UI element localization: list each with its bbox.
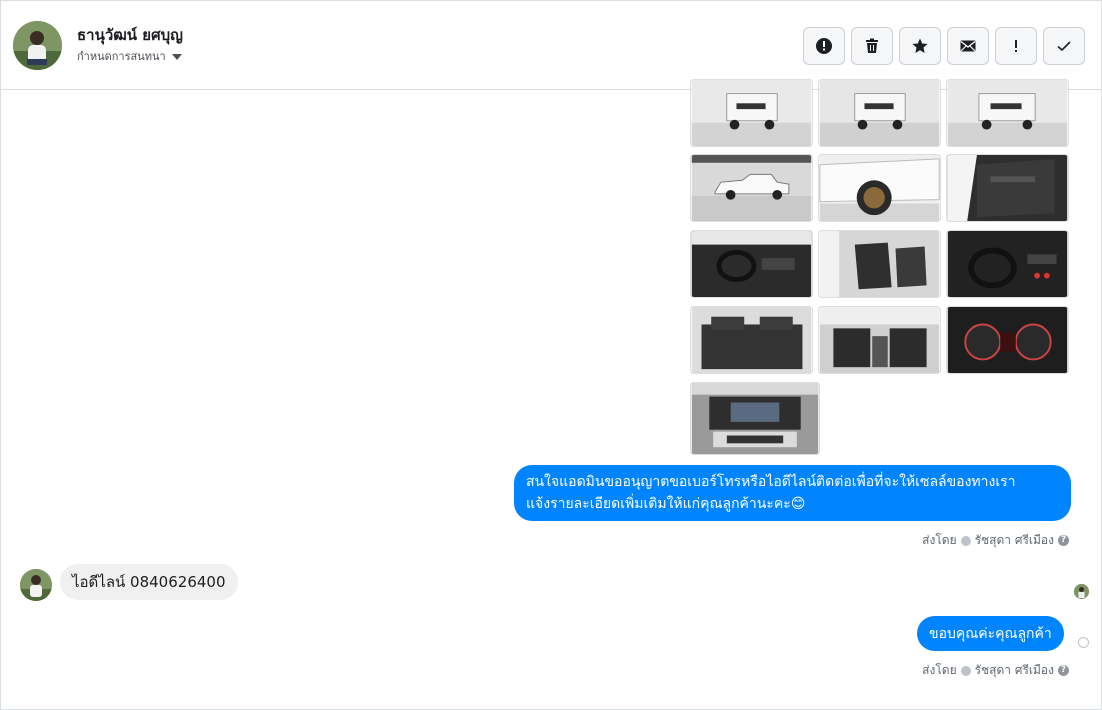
photo-thumbnail[interactable] xyxy=(690,154,813,222)
sent-by-info: ส่งโดย รัชสุดา ศรีเมือง ? xyxy=(922,531,1069,550)
assign-conversation-dropdown[interactable]: กำหนดการสนทนา xyxy=(77,47,182,65)
contact-avatar[interactable] xyxy=(13,21,62,70)
contact-avatar-small[interactable] xyxy=(20,569,52,601)
incoming-message-bubble[interactable]: ไอดีไลน์ 0840626400 xyxy=(60,564,238,600)
sender-name[interactable]: รัชสุดา ศรีเมือง xyxy=(975,661,1054,680)
assign-label: กำหนดการสนทนา xyxy=(77,50,166,63)
delete-button[interactable] xyxy=(851,27,893,65)
photo-thumbnail[interactable] xyxy=(818,79,941,147)
message-text-line: แจ้งรายละเอียดเพิ่มเติมให้แก่คุณลูกค้านะ… xyxy=(526,496,806,512)
photo-thumbnail[interactable] xyxy=(818,306,941,374)
message-text-line: สนใจแอดมินขออนุญาตขอเบอร์โทรหรือไอดีไลน์… xyxy=(526,474,1016,490)
sent-by-prefix: ส่งโดย xyxy=(922,533,957,547)
photo-thumbnail[interactable] xyxy=(946,306,1069,374)
mark-done-button[interactable] xyxy=(1043,27,1085,65)
agent-avatar-icon xyxy=(960,535,971,546)
sent-by-prefix: ส่งโดย xyxy=(922,663,957,677)
alert-circle-icon xyxy=(816,38,832,54)
agent-avatar-icon xyxy=(960,665,971,676)
message-text: ขอบคุณค่ะคุณลูกค้า xyxy=(929,626,1052,642)
follow-up-button[interactable] xyxy=(995,27,1037,65)
photo-thumbnail[interactable] xyxy=(690,230,813,298)
photo-thumbnail[interactable] xyxy=(946,230,1069,298)
star-button[interactable] xyxy=(899,27,941,65)
mark-unread-button[interactable] xyxy=(947,27,989,65)
photo-thumbnail[interactable] xyxy=(690,382,820,455)
star-icon xyxy=(912,38,928,53)
photo-thumbnail[interactable] xyxy=(690,79,813,147)
photo-thumbnail[interactable] xyxy=(946,79,1069,147)
photo-thumbnail[interactable] xyxy=(818,230,941,298)
caret-down-icon xyxy=(171,53,182,60)
outgoing-message-bubble[interactable]: สนใจแอดมินขออนุญาตขอเบอร์โทรหรือไอดีไลน์… xyxy=(514,465,1071,521)
contact-name[interactable]: ธานุวัฒน์ ยศบุญ xyxy=(77,23,183,47)
sent-by-info: ส่งโดย รัชสุดา ศรีเมือง ? xyxy=(922,661,1069,680)
delivered-check-icon xyxy=(1078,637,1089,648)
conversation-actions xyxy=(803,27,1085,65)
sender-name[interactable]: รัชสุดา ศรีเมือง xyxy=(975,531,1054,550)
envelope-icon xyxy=(960,40,976,52)
message-text: ไอดีไลน์ 0840626400 xyxy=(72,573,226,591)
report-spam-button[interactable] xyxy=(803,27,845,65)
photo-thumbnail[interactable] xyxy=(818,154,941,222)
exclamation-icon xyxy=(1015,40,1017,52)
trash-icon xyxy=(866,38,878,53)
photo-thumbnail[interactable] xyxy=(946,154,1069,222)
check-icon xyxy=(1057,41,1071,52)
help-icon[interactable]: ? xyxy=(1058,535,1069,546)
inbox-conversation-panel: ธานุวัฒน์ ยศบุญ กำหนดการสนทนา สนใจแอดมิน… xyxy=(0,0,1102,710)
conversation-header: ธานุวัฒน์ ยศบุญ กำหนดการสนทนา xyxy=(1,1,1101,90)
photo-thumbnail[interactable] xyxy=(690,306,813,374)
help-icon[interactable]: ? xyxy=(1058,665,1069,676)
outgoing-message-bubble[interactable]: ขอบคุณค่ะคุณลูกค้า xyxy=(917,616,1064,651)
seen-avatar xyxy=(1074,584,1089,599)
